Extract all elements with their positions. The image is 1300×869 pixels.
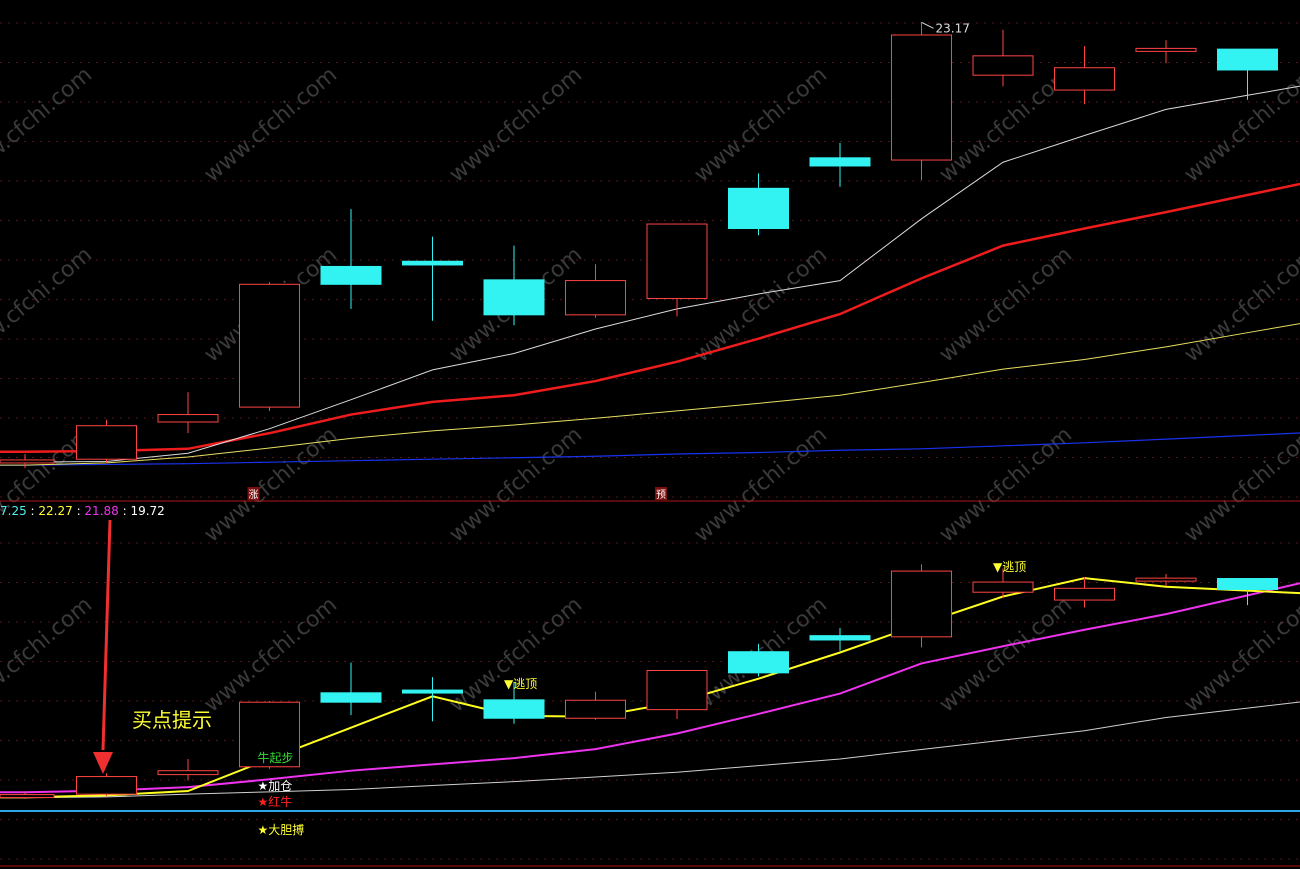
candle-body [239, 283, 300, 408]
ma-line-blue [0, 432, 1300, 466]
indicator-readout: 7.25 : 22.27 : 21.88 : 19.72 [0, 504, 165, 518]
lower-candles [0, 564, 1278, 799]
max-price-pointer [921, 21, 934, 29]
signal-label: ★加仓 [258, 779, 293, 793]
readout-value-2: 22.27 [35, 504, 73, 518]
candle-body [0, 794, 55, 799]
candle-body [565, 699, 626, 719]
watermark-text: www.cfchi.com [445, 592, 587, 717]
candle-body [809, 635, 871, 641]
buy-arrow-shaft [101, 519, 112, 751]
readout-separator: : [73, 504, 81, 518]
candle-body [1054, 587, 1115, 601]
watermark-text: www.cfchi.com [935, 592, 1077, 717]
watermark-text: www.cfchi.com [0, 592, 97, 717]
readout-separator: : [27, 504, 35, 518]
watermark-text: www.cfchi.com [200, 62, 342, 187]
upper-labels: 23.17 涨 预 [247, 21, 970, 501]
marker-text: 预 [656, 489, 666, 501]
signal-label: ★大胆搏 [258, 823, 305, 837]
signal-label: ★红牛 [258, 794, 293, 809]
candle-body [1135, 577, 1197, 582]
readout-value-1: 7.25 [0, 504, 27, 518]
signal-label: 牛起步 [258, 750, 294, 765]
readout-value-4: 19.72 [127, 504, 165, 518]
candle-body [972, 55, 1034, 76]
candle-body [320, 692, 382, 703]
candle-body [565, 280, 626, 316]
watermark-text: www.cfchi.com [1180, 592, 1300, 717]
watermark-text: www.cfchi.com [935, 422, 1077, 547]
readout-value-3: 21.88 [81, 504, 119, 518]
readout-line: 7.25 : 22.27 : 21.88 : 19.72 [0, 504, 165, 518]
upper-candles [0, 22, 1278, 469]
candle-body [891, 34, 952, 161]
watermark-text: www.cfchi.com [0, 62, 97, 187]
candle-body [402, 260, 463, 266]
watermark-text: www.cfchi.com [690, 422, 832, 547]
stock-chart: www.cfchi.com www.cfchi.com www.cfchi.com w… [0, 21, 1300, 867]
signal-label: ▼逃顶 [993, 560, 1026, 574]
candle-body [402, 689, 463, 694]
candle-body [0, 459, 55, 464]
watermark-text: www.cfchi.com [0, 242, 97, 367]
candle-body [1217, 578, 1278, 590]
candle-body [1135, 47, 1197, 52]
candle-body [157, 414, 219, 423]
candle-body [157, 770, 219, 776]
signal-label: ▼逃顶 [504, 677, 537, 691]
watermark-text: www.cfchi.com [445, 62, 587, 187]
candle-body [1217, 48, 1278, 71]
buy-arrow-head [93, 752, 113, 774]
candle-body [728, 651, 789, 674]
candle-body [483, 279, 545, 316]
watermark-text: www.cfchi.com [1180, 62, 1300, 187]
grid-lines [0, 22, 1300, 860]
candle-body [728, 187, 789, 229]
candle-body [76, 425, 137, 460]
candle-body [320, 265, 382, 285]
candle-body [76, 776, 137, 795]
watermark-text: www.cfchi.com [445, 422, 587, 547]
buy-point-annotation: 买点提示 [93, 519, 212, 774]
watermark-text: www.cfchi.com [1180, 422, 1300, 547]
ma-line-yellow [0, 323, 1300, 466]
candle-body [646, 223, 708, 299]
candle-body [809, 157, 871, 167]
watermark-text: www.cfchi.com [935, 242, 1077, 367]
candle-body [646, 669, 708, 711]
watermark-text: www.cfchi.com [690, 62, 832, 187]
marker-text: 涨 [249, 489, 259, 501]
candle-body [483, 699, 545, 719]
buy-point-text: 买点提示 [132, 708, 212, 732]
readout-separator: : [119, 504, 127, 518]
watermark-text: www.cfchi.com [1180, 242, 1300, 367]
watermark-text: www.cfchi.com [690, 242, 832, 367]
candle-body [891, 570, 952, 638]
watermarks: www.cfchi.com www.cfchi.com www.cfchi.com w… [0, 62, 1300, 717]
max-price-label: 23.17 [936, 21, 970, 35]
candle-body [1054, 67, 1115, 91]
candle-body [972, 581, 1034, 593]
